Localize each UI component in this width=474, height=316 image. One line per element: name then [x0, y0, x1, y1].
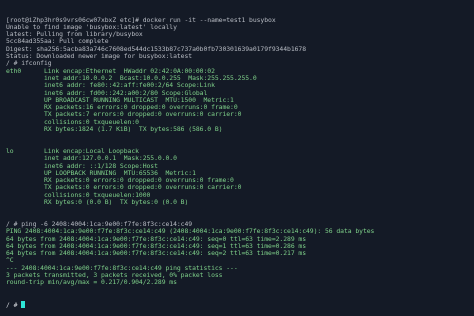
terminal-line: round-trip min/avg/max = 0.217/0.904/2.2… — [6, 279, 177, 287]
terminal-line: / # ifconfig — [6, 60, 52, 68]
terminal-line: RX bytes:0 (0.0 B) TX bytes:0 (0.0 B) — [6, 199, 189, 207]
terminal-line: RX bytes:1824 (1.7 KiB) TX bytes:586 (58… — [6, 126, 223, 134]
terminal-line: collisions:0 txqueuelen:1000 — [6, 191, 151, 199]
terminal-line: 64 bytes from 2408:4004:1ca:9e00:f7fe:8f… — [6, 235, 307, 243]
terminal-line: inet addr:10.0.0.2 Bcast:10.0.0.255 Mask… — [6, 74, 257, 82]
terminal-line: lo Link encap:Local Loopback — [6, 147, 139, 155]
terminal-line: Digest: sha256:5acba83a746c7608ed544dc15… — [6, 45, 307, 53]
terminal-line: collisions:0 txqueuelen:0 — [6, 118, 139, 126]
terminal-line: TX packets:7 errors:0 dropped:0 overruns… — [6, 111, 242, 119]
terminal-line: --- 2408:4004:1ca:9e00:f7fe:8f3c:ce14:c4… — [6, 264, 238, 272]
terminal-line: RX packets:0 errors:0 dropped:0 overruns… — [6, 177, 234, 185]
terminal-line: 64 bytes from 2408:4004:1ca:9e00:f7fe:8f… — [6, 250, 307, 258]
terminal-line: TX packets:0 errors:0 dropped:0 overruns… — [6, 184, 242, 192]
terminal-line: inet addr:127.0.0.1 Mask:255.0.0.0 — [6, 155, 177, 163]
terminal-line: 3 packets transmitted, 3 packets receive… — [6, 271, 223, 279]
terminal-line: inet6 addr: fe80::42:aff:fe00:2/64 Scope… — [6, 82, 215, 90]
terminal-output: [root@iZhp3hr0s9vrs06cw07xbxZ etc]# dock… — [6, 17, 474, 287]
terminal-line: [root@iZhp3hr0s9vrs06cw07xbxZ etc]# dock… — [6, 16, 276, 24]
terminal-line: / # ping -6 2408:4004:1ca:9e00:f7fe:8f3c… — [6, 220, 193, 228]
terminal-line: RX packets:16 errors:0 dropped:0 overrun… — [6, 104, 238, 112]
terminal-line: Unable to find image 'busybox:latest' lo… — [6, 23, 177, 31]
terminal-line: inet6 addr: ::1/128 Scope:Host — [6, 162, 158, 170]
terminal-line: UP LOOPBACK RUNNING MTU:65536 Metric:1 — [6, 169, 196, 177]
terminal-line: eth0 Link encap:Ethernet HWaddr 02:42:0A… — [6, 67, 215, 75]
terminal-line: Status: Downloaded newer image for busyb… — [6, 53, 193, 61]
terminal-line: 5cc84ad355aa: Pull complete — [6, 38, 109, 46]
terminal-window[interactable]: [root@iZhp3hr0s9vrs06cw07xbxZ etc]# dock… — [0, 0, 474, 308]
terminal-line: inet6 addr: fd00::242:a00:2/80 Scope:Glo… — [6, 89, 208, 97]
terminal-line: latest: Pulling from library/busybox — [6, 31, 143, 39]
terminal-line: UP BROADCAST RUNNING MULTICAST MTU:1500 … — [6, 96, 234, 104]
terminal-line: 64 bytes from 2408:4004:1ca:9e00:f7fe:8f… — [6, 242, 307, 250]
terminal-line: PING 2408:4004:1ca:9e00:f7fe:8f3c:ce14:c… — [6, 228, 375, 236]
terminal-line: ^C — [6, 257, 14, 265]
